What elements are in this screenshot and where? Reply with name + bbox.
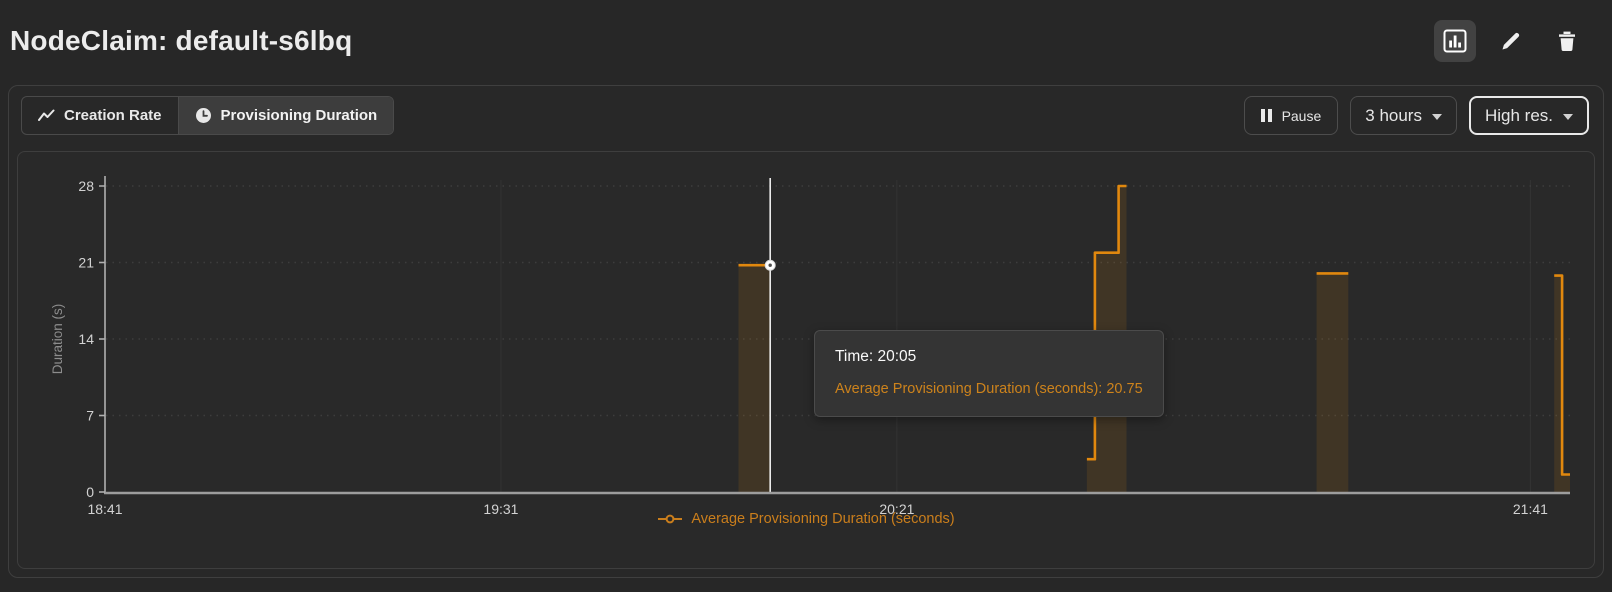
legend-label: Average Provisioning Duration (seconds): [691, 511, 954, 527]
page: NodeClaim: default-s6lbq: [0, 0, 1612, 592]
toolbar: Creation Rate Provisioning Duration Paus…: [9, 86, 1603, 144]
toolbar-actions: Pause 3 hours High res.: [1244, 96, 1589, 135]
pencil-icon: [1499, 29, 1523, 53]
tab-provisioning-duration[interactable]: Provisioning Duration: [178, 97, 394, 134]
chart-legend: Average Provisioning Duration (seconds): [18, 511, 1594, 527]
tooltip-series: Average Provisioning Duration (seconds):…: [835, 381, 1143, 397]
tab-label: Creation Rate: [64, 107, 162, 124]
chart-view-button[interactable]: [1434, 20, 1476, 62]
chart-tooltip: Time: 20:05 Average Provisioning Duratio…: [814, 330, 1164, 417]
tab-group: Creation Rate Provisioning Duration: [21, 96, 394, 135]
tooltip-time: Time: 20:05: [835, 348, 1143, 366]
trash-icon: [1555, 29, 1579, 53]
y-tick-label: 7: [86, 408, 94, 424]
time-range-select[interactable]: 3 hours: [1350, 96, 1457, 135]
edit-button[interactable]: [1490, 20, 1532, 62]
tab-creation-rate[interactable]: Creation Rate: [22, 97, 178, 134]
tab-label: Provisioning Duration: [221, 107, 378, 124]
y-tick-label: 21: [78, 255, 94, 271]
caret-down-icon: [1432, 114, 1442, 120]
clock-icon: [195, 107, 212, 124]
delete-button[interactable]: [1546, 20, 1588, 62]
y-tick-label: 14: [78, 331, 94, 347]
header: NodeClaim: default-s6lbq: [0, 0, 1612, 78]
y-tick-label: 28: [78, 178, 94, 194]
bar-chart-icon: [1442, 28, 1468, 54]
caret-down-icon: [1563, 114, 1573, 120]
y-tick-label: 0: [86, 484, 94, 500]
resolution-value: High res.: [1485, 106, 1553, 126]
y-axis-label: Duration (s): [50, 304, 65, 375]
time-range-value: 3 hours: [1365, 106, 1422, 126]
chart-canvas[interactable]: 0714212818:4119:3120:2121:41Duration (s): [18, 152, 1595, 524]
page-title: NodeClaim: default-s6lbq: [10, 25, 352, 57]
header-actions: [1434, 20, 1588, 62]
pause-icon: [1261, 109, 1272, 122]
series-fill: [739, 265, 771, 492]
trend-icon: [38, 109, 55, 122]
duration-chart: 0714212818:4119:3120:2121:41Duration (s): [18, 152, 1595, 524]
resolution-select[interactable]: High res.: [1469, 96, 1589, 135]
legend-marker-icon: [657, 513, 683, 525]
metrics-panel: Creation Rate Provisioning Duration Paus…: [8, 85, 1604, 578]
pause-button[interactable]: Pause: [1244, 96, 1338, 135]
pause-label: Pause: [1282, 108, 1322, 124]
hover-point-center: [768, 264, 771, 267]
chart-card: 0714212818:4119:3120:2121:41Duration (s)…: [17, 151, 1595, 569]
series-fill: [1317, 273, 1349, 492]
